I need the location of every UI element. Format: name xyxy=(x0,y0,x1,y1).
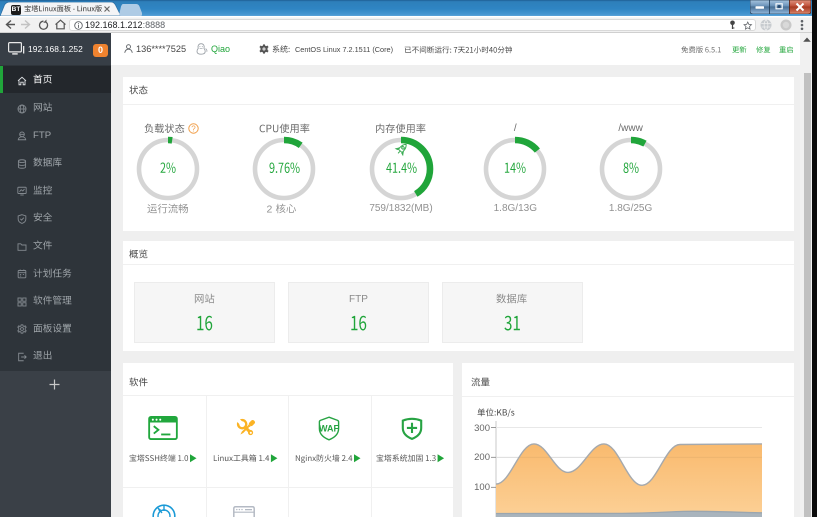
svg-text:2: 2 xyxy=(267,203,273,215)
svg-text:?: ? xyxy=(191,124,196,133)
svg-text:WAF: WAF xyxy=(319,423,339,433)
